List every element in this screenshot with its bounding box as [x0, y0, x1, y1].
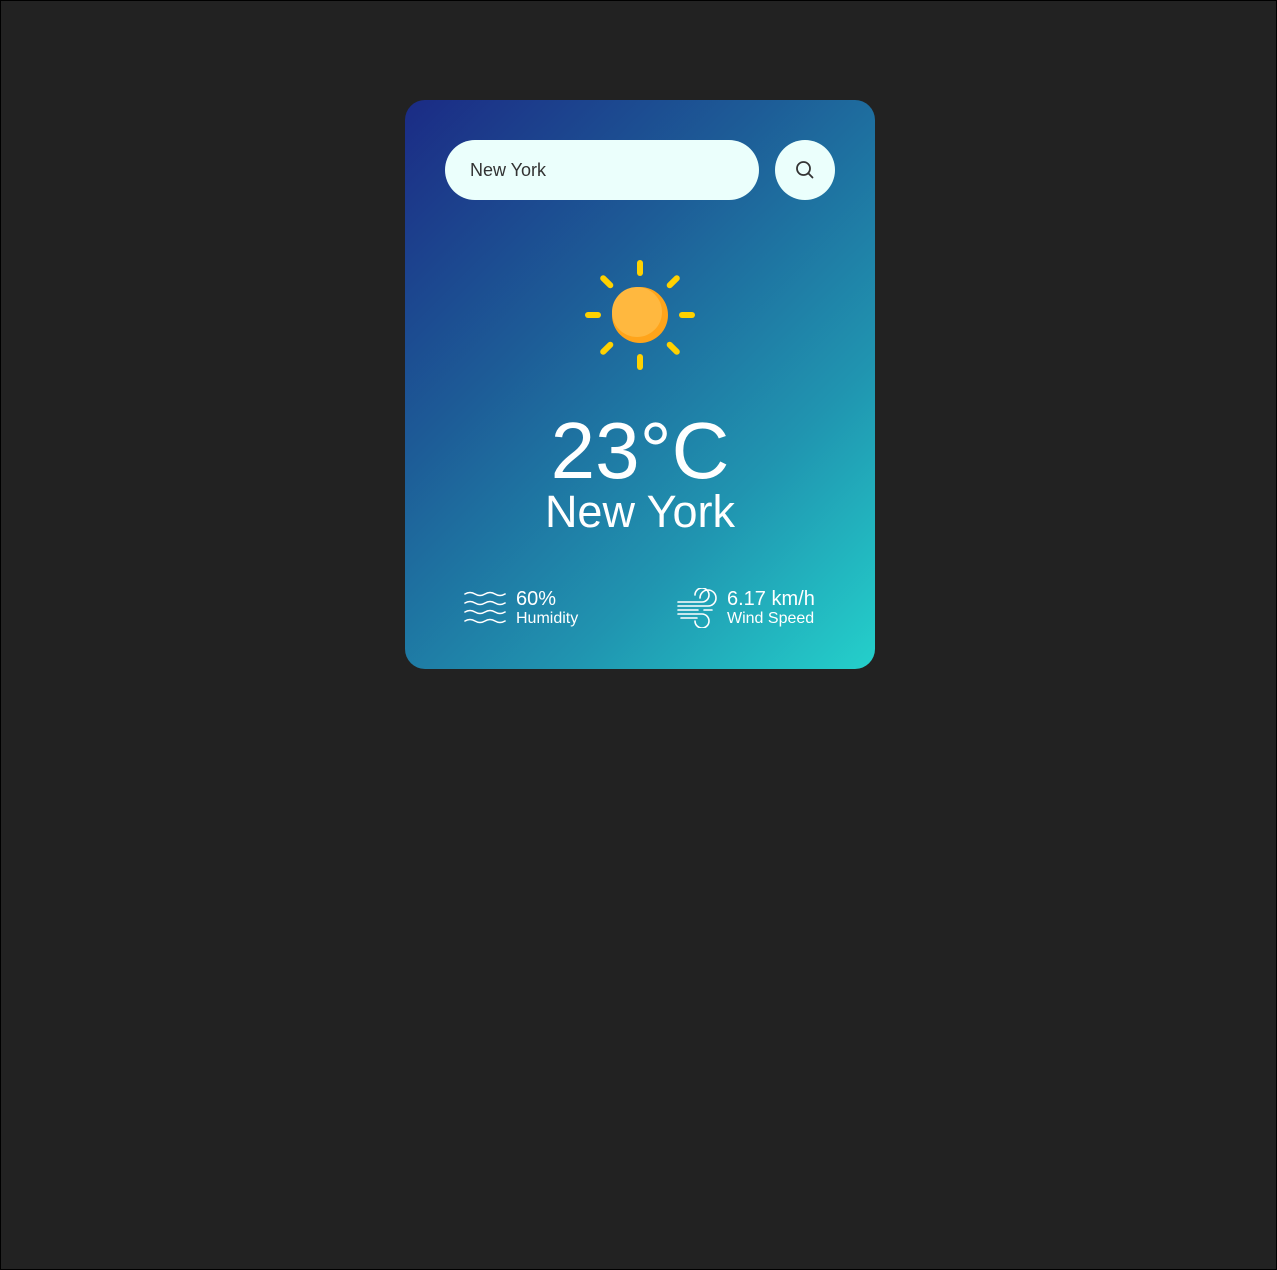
- wind-speed-label: Wind Speed: [727, 610, 815, 627]
- temperature-value: 23°C: [550, 406, 730, 495]
- weather-details: 60% Humidity 6.17 km/h Wind Speed: [405, 588, 875, 630]
- weather-card: 23°C New York 60% Humidity: [405, 100, 875, 669]
- city-name: New York: [544, 486, 736, 537]
- wind-icon: [677, 588, 717, 628]
- wind-detail: 6.17 km/h Wind Speed: [677, 588, 815, 628]
- search-button[interactable]: [775, 140, 835, 200]
- humidity-detail: 60% Humidity: [464, 588, 578, 628]
- waves-icon: [464, 591, 506, 624]
- sun-icon: [585, 260, 695, 370]
- wind-speed-value: 6.17 km/h: [727, 588, 815, 610]
- search-input[interactable]: [445, 140, 759, 200]
- search-icon: [796, 161, 814, 179]
- humidity-value: 60%: [516, 588, 557, 610]
- humidity-label: Humidity: [516, 610, 579, 627]
